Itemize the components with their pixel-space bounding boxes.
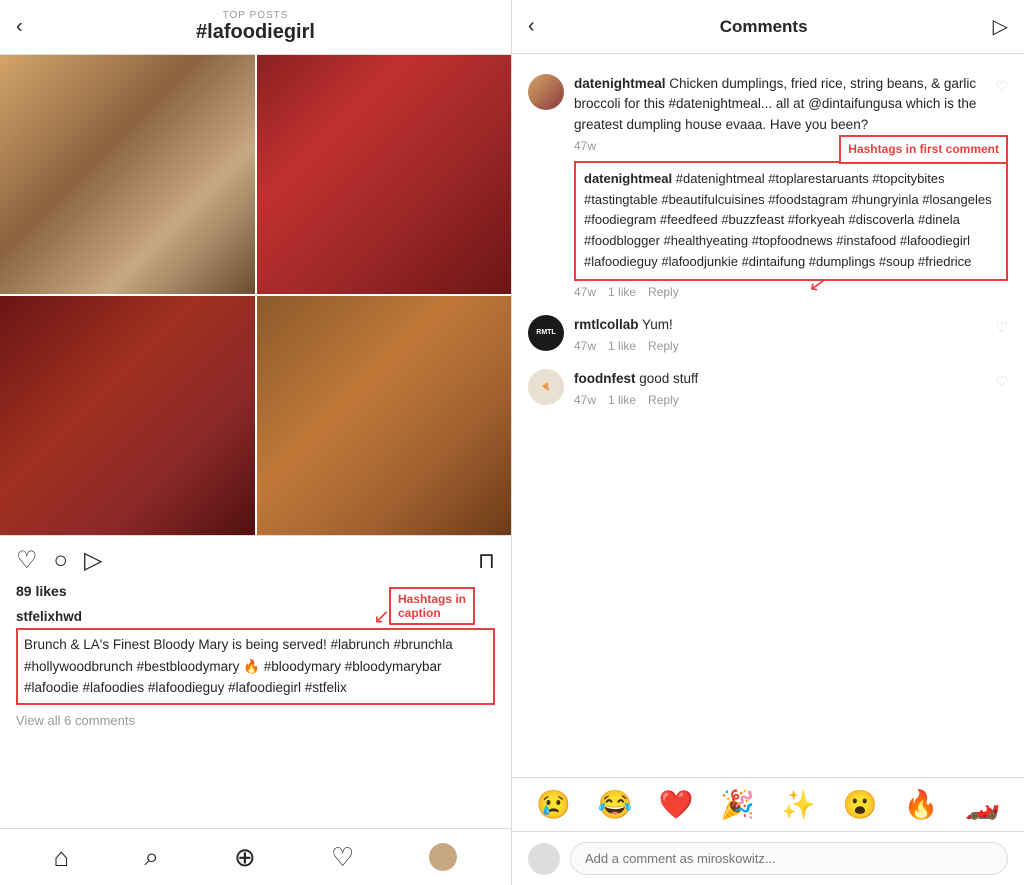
hashtag-comment-reply[interactable]: Reply <box>648 285 679 299</box>
caption-annotation-wrapper: stfelixhwd Brunch & LA's Finest Bloody M… <box>0 605 511 709</box>
comment-content-rmtl: rmtlcollab Yum! 47w 1 like Reply <box>574 315 1008 353</box>
right-header: ‹ Comments ▷ <box>512 0 1024 54</box>
comment-meta-rmtl: 47w 1 like Reply <box>574 339 1008 353</box>
share-icon[interactable]: ▷ <box>84 546 102 575</box>
avatar-datenightmeal-1 <box>528 74 564 110</box>
emoji-cry[interactable]: 😢 <box>536 788 571 821</box>
comment-content-foodnfest: foodnfest good stuff 47w 1 like Reply <box>574 369 1008 407</box>
hashtag-comment-time: 47w <box>574 285 596 299</box>
comments-list: datenightmeal Chicken dumplings, fried r… <box>512 54 1024 777</box>
comment-username-foodnfest: foodnfest <box>574 371 636 386</box>
comment-icon[interactable]: ○ <box>54 547 69 575</box>
caption-annotation-label: Hashtags incaption <box>389 587 475 625</box>
comment-time-1: 47w <box>574 139 596 153</box>
home-icon[interactable]: ⌂ <box>54 842 70 873</box>
like-icon[interactable]: ♡ <box>16 546 38 575</box>
emoji-sparkle[interactable]: ✨ <box>781 788 816 821</box>
comment-item-rmtl: RMTL rmtlcollab Yum! 47w 1 like Reply ♡ <box>512 307 1024 361</box>
reply-button-rmtl[interactable]: Reply <box>648 339 679 353</box>
hashtag-comment-meta: 47w 1 like Reply <box>574 285 1008 299</box>
right-back-button[interactable]: ‹ <box>528 15 535 38</box>
right-panel: ‹ Comments ▷ datenightmeal Chicken dumpl… <box>512 0 1024 885</box>
emoji-party[interactable]: 🎉 <box>720 788 755 821</box>
foodnfest-avatar-text: 🍕 <box>542 383 551 391</box>
photo-cell-bottom-right[interactable] <box>257 296 512 535</box>
first-comment-label: Hashtags in first comment <box>839 135 1008 164</box>
hashtag-title: #lafoodiegirl <box>16 21 495 44</box>
caption-arrow: ↙ <box>373 604 390 629</box>
comment-item-foodnfest: 🍕 foodnfest good stuff 47w 1 like Reply … <box>512 361 1024 415</box>
caption-username: stfelixhwd <box>16 609 82 624</box>
comment-heart-rmtl[interactable]: ♡ <box>995 319 1008 336</box>
hashtag-comment-likes: 1 like <box>608 285 636 299</box>
caption-text: Brunch & LA's Finest Bloody Mary is bein… <box>24 637 453 695</box>
comment-meta-foodnfest: 47w 1 like Reply <box>574 393 1008 407</box>
rmtl-avatar-text: RMTL <box>536 329 555 336</box>
photo-cell-top-right[interactable] <box>257 55 512 294</box>
view-all-comments[interactable]: View all 6 comments <box>0 709 511 732</box>
send-icon[interactable]: ▷ <box>993 14 1008 39</box>
emoji-fire[interactable]: 🔥 <box>904 788 939 821</box>
add-post-icon[interactable]: ⊕ <box>234 842 256 873</box>
hashtag-comment-box: datenightmeal #datenightmeal #toplaresta… <box>574 161 1008 281</box>
photo-cell-top-left[interactable] <box>0 55 255 294</box>
input-avatar <box>528 843 560 875</box>
left-header: ‹ TOP POSTS #lafoodiegirl <box>0 0 511 55</box>
comment-time-foodnfest: 47w <box>574 393 596 407</box>
search-nav-icon[interactable]: ⌕ <box>144 841 159 873</box>
bookmark-icon[interactable]: ⊓ <box>478 548 495 574</box>
left-back-button[interactable]: ‹ <box>16 16 23 39</box>
avatar-rmtlcollab: RMTL <box>528 315 564 351</box>
hashtag-comment-username: datenightmeal <box>584 171 672 186</box>
comment-input[interactable] <box>570 842 1008 875</box>
emoji-bar: 😢 😂 ❤️ 🎉 ✨ 😮 🔥 🏎️ <box>512 777 1024 831</box>
photo-grid <box>0 55 511 535</box>
post-actions: ♡ ○ ▷ ⊓ <box>0 535 511 581</box>
comment-time-rmtl: 47w <box>574 339 596 353</box>
emoji-car[interactable]: 🏎️ <box>965 788 1000 821</box>
comment-heart-1[interactable]: ♡ <box>995 78 1008 95</box>
left-panel: ‹ TOP POSTS #lafoodiegirl ♡ ○ ▷ ⊓ 89 lik… <box>0 0 512 885</box>
reply-button-foodnfest[interactable]: Reply <box>648 393 679 407</box>
comment-username-1: datenightmeal <box>574 76 666 91</box>
comment-text-1: datenightmeal Chicken dumplings, fried r… <box>574 74 1008 135</box>
emoji-wow[interactable]: 😮 <box>842 788 877 821</box>
heart-nav-icon[interactable]: ♡ <box>331 842 354 873</box>
emoji-heart[interactable]: ❤️ <box>659 788 694 821</box>
comment-input-area <box>512 831 1024 885</box>
top-posts-label: TOP POSTS <box>16 10 495 21</box>
profile-avatar[interactable] <box>429 843 457 871</box>
comment-likes-foodnfest: 1 like <box>608 393 636 407</box>
left-bottom-nav: ⌂ ⌕ ⊕ ♡ <box>0 828 511 885</box>
avatar-foodnfest: 🍕 <box>528 369 564 405</box>
photo-cell-bottom-left[interactable] <box>0 296 255 535</box>
comment-username-rmtl: rmtlcollab <box>574 317 639 332</box>
first-comment-annotation-wrapper: datenightmeal #datenightmeal #toplaresta… <box>574 161 1008 299</box>
comment-likes-rmtl: 1 like <box>608 339 636 353</box>
emoji-laugh[interactable]: 😂 <box>597 788 632 821</box>
comment-text-foodnfest: foodnfest good stuff <box>574 369 1008 389</box>
comment-heart-foodnfest[interactable]: ♡ <box>995 373 1008 390</box>
caption-box: Brunch & LA's Finest Bloody Mary is bein… <box>16 628 495 705</box>
comment-text-rmtl: rmtlcollab Yum! <box>574 315 1008 335</box>
comments-title: Comments <box>720 17 808 37</box>
